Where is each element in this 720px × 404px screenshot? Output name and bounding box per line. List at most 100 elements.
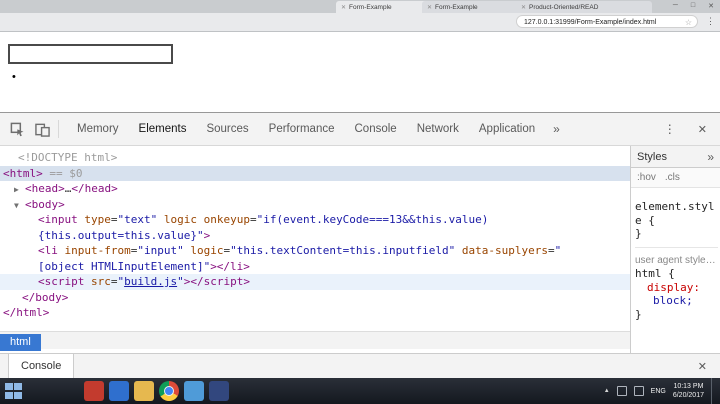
toggle-classes-button[interactable]: .cls — [665, 172, 680, 183]
browser-tab[interactable]: ✕ Form-Example — [422, 1, 524, 13]
code-token: <script — [38, 275, 85, 288]
code-token: == $0 — [42, 166, 83, 180]
tab-label: Product-Oriented/READ — [529, 3, 599, 11]
devtools-tab-elements[interactable]: Elements — [129, 113, 197, 145]
dom-tree: <!DOCTYPE html> <html> == $0 ▶ <head>…</hea… — [0, 146, 630, 331]
list-item-bullet: • — [12, 71, 16, 83]
devtools-tab-sources[interactable]: Sources — [196, 113, 258, 145]
window-controls: ─ □ ✕ — [673, 2, 714, 10]
devtools-tab-console[interactable]: Console — [345, 113, 407, 145]
tray-icon[interactable] — [633, 386, 644, 396]
drawer-close-icon[interactable]: ✕ — [698, 360, 707, 373]
code-token: build.js — [124, 275, 178, 288]
breadcrumb-item-html[interactable]: html — [0, 334, 41, 351]
devtools-tab-application[interactable]: Application — [469, 113, 545, 145]
tab-close-icon[interactable]: ✕ — [521, 4, 526, 11]
code-token: <body> — [25, 197, 65, 211]
pinned-app-navy[interactable] — [209, 381, 229, 401]
start-button-icon[interactable] — [5, 383, 22, 399]
pinned-app-folder[interactable] — [134, 381, 154, 401]
close-icon[interactable]: ✕ — [708, 2, 714, 10]
dom-tree-line[interactable]: {this.output=this.value}"> — [0, 228, 630, 244]
element-style-selector[interactable]: element.style { — [635, 200, 718, 227]
dom-tree-line[interactable]: <input type="text" logic onkeyup="if(eve… — [0, 212, 630, 228]
tray-expand-icon[interactable]: ▲ — [604, 388, 610, 394]
address-bar[interactable]: 127.0.0.1:31999/Form-Example/index.html … — [516, 15, 698, 28]
code-token: </html> — [3, 306, 50, 319]
devtools-tab-memory[interactable]: Memory — [67, 113, 129, 145]
pinned-app-lightblue[interactable] — [184, 381, 204, 401]
dom-tree-line[interactable]: <li input-from="input" logic="this.textC… — [0, 243, 630, 259]
maximize-icon[interactable]: □ — [691, 2, 695, 10]
code-token: > — [203, 228, 211, 242]
sidebar-header: Styles » — [631, 146, 720, 168]
code-token: <input — [38, 213, 78, 226]
code-token: logic onkeyup — [157, 213, 250, 226]
browser-tab[interactable]: ✕ Form-Example — [336, 1, 430, 13]
devtools-toolbar: Memory Elements Sources Performance Cons… — [0, 113, 720, 146]
clock-time: 10:13 PM — [673, 383, 704, 390]
code-token: "if(event.keyCode===13&&this.value) — [256, 213, 489, 226]
devtools-menu-icon[interactable]: ⋮ — [664, 122, 676, 136]
dom-tree-line[interactable]: <script src="build.js"></script> — [0, 274, 630, 290]
tab-close-icon[interactable]: ✕ — [427, 4, 432, 11]
pinned-app-blue[interactable] — [109, 381, 129, 401]
css-property-value[interactable]: block; — [635, 294, 718, 308]
taskbar-clock[interactable]: 10:13 PM 6/20/2017 — [673, 382, 704, 400]
minimize-icon[interactable]: ─ — [673, 2, 678, 10]
code-token: [object HTMLInputElement]" — [38, 259, 211, 273]
inspect-element-icon[interactable] — [10, 122, 25, 137]
rule-origin: user agent stylesheet — [635, 254, 718, 266]
dom-tree-line[interactable]: ▼ <body> — [0, 197, 630, 213]
devtools-tab-performance[interactable]: Performance — [259, 113, 345, 145]
more-tabs-icon[interactable]: » — [545, 122, 568, 136]
code-token: input-from — [57, 244, 131, 257]
tab-styles[interactable]: Styles — [637, 151, 667, 163]
device-toolbar-icon[interactable] — [35, 122, 50, 137]
toggle-hover-state-button[interactable]: :hov — [637, 172, 656, 183]
dom-tree-line[interactable]: </html> — [0, 305, 630, 321]
rule-selector[interactable]: html { — [635, 267, 718, 281]
browser-menu-icon[interactable]: ⋮ — [706, 16, 715, 27]
code-token: ></li> — [210, 259, 250, 273]
element-style-close-brace: } — [635, 227, 642, 240]
code-token: </head> — [71, 182, 118, 195]
css-property-name[interactable]: display: — [635, 281, 718, 295]
dom-tree-line[interactable]: <!DOCTYPE html> — [0, 150, 630, 166]
show-desktop-button[interactable] — [711, 378, 715, 404]
tray-icon[interactable] — [616, 386, 627, 396]
code-token: <head> — [25, 182, 65, 195]
devtools-toolbar-right: ⋮ ✕ — [664, 122, 720, 136]
code-token: " — [177, 275, 184, 288]
dom-tree-line[interactable]: </body> — [0, 290, 630, 306]
tab-close-icon[interactable]: ✕ — [341, 4, 346, 11]
pinned-app-red[interactable] — [84, 381, 104, 401]
code-token: </body> — [22, 290, 69, 304]
code-token: logic — [183, 244, 224, 257]
code-token: "this.textContent=this.inputfield" — [230, 244, 456, 257]
dom-tree-line[interactable]: ▶ <head>…</head> — [0, 181, 630, 197]
language-indicator[interactable]: ENG — [651, 388, 666, 395]
devtools-close-icon[interactable]: ✕ — [698, 123, 707, 136]
browser-tab[interactable]: ✕ Product-Oriented/READ — [516, 1, 652, 13]
clock-date: 6/20/2017 — [672, 392, 704, 399]
bookmark-star-icon[interactable]: ☆ — [685, 16, 692, 27]
expanded-arrow-icon[interactable]: ▼ — [14, 198, 25, 214]
taskbar-pinned-apps — [84, 381, 229, 401]
code-token: <!DOCTYPE html> — [18, 151, 118, 164]
page-text-input[interactable] — [8, 44, 173, 64]
chrome-icon-center — [164, 386, 174, 396]
dom-tree-line[interactable]: [object HTMLInputElement]"></li> — [0, 259, 630, 275]
pinned-app-chrome[interactable] — [159, 381, 179, 401]
sidebar-more-tabs-icon[interactable]: » — [707, 150, 714, 164]
console-drawer: Console ✕ — [0, 353, 720, 379]
rule-close-brace: } — [635, 307, 642, 321]
styles-sidebar: Styles » :hov .cls element.style { } use… — [630, 146, 720, 353]
collapsed-arrow-icon[interactable]: ▶ — [14, 182, 25, 198]
taskbar: ▲ ENG 10:13 PM 6/20/2017 — [0, 378, 720, 404]
browser-tab-strip: ✕ Form-Example ✕ Form-Example ✕ Product-… — [0, 0, 720, 13]
tab-label: Form-Example — [435, 3, 478, 11]
devtools-tab-network[interactable]: Network — [407, 113, 469, 145]
console-drawer-tab[interactable]: Console — [8, 354, 75, 379]
dom-tree-line[interactable]: <html> == $0 — [0, 165, 630, 181]
